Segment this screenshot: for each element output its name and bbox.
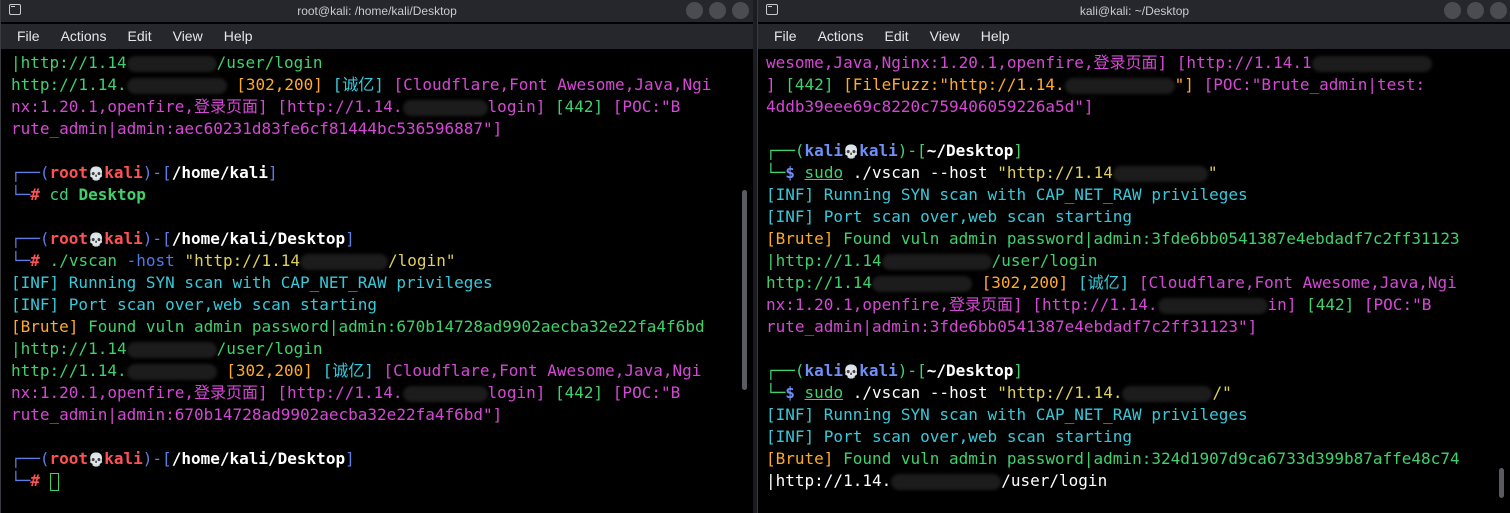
menubar: File Actions Edit View Help bbox=[1, 24, 753, 49]
output-line: [Brute] Found vuln admin password|admin:… bbox=[766, 449, 1460, 468]
redaction bbox=[402, 99, 488, 116]
command-line: └─# ./vscan -host "http://1.14/login" bbox=[11, 251, 456, 270]
command-line: └─$ sudo ./vscan --host "http://1.14 " bbox=[766, 163, 1218, 182]
output-line: nx:1.20.1,openfire,登录页面] [http://1.14. in… bbox=[766, 295, 1432, 314]
minimize-button[interactable] bbox=[686, 2, 703, 19]
output-line: [Brute] Found vuln admin password|admin:… bbox=[766, 229, 1460, 248]
prompt-header: ┌──(root💀kali)-[/home/kali/Desktop] bbox=[11, 229, 355, 248]
prompt-header: ┌──(kali💀kali)-[~/Desktop] bbox=[766, 141, 1024, 160]
redaction bbox=[300, 253, 389, 270]
menu-view[interactable]: View bbox=[930, 24, 960, 49]
output-line: http://1.14. [302,200] [诚亿] [Cloudflare,… bbox=[11, 361, 702, 380]
redaction bbox=[402, 385, 488, 402]
output-line: rute_admin|admin:aec60231d83fe6cf81444bc… bbox=[11, 119, 503, 138]
maximize-button[interactable] bbox=[1467, 2, 1484, 19]
skull-icon: 💀 bbox=[843, 145, 860, 160]
menu-file[interactable]: File bbox=[17, 24, 40, 49]
terminal-window-left[interactable]: root@kali: /home/kali/Desktop File Action… bbox=[0, 0, 753, 513]
window-title: root@kali: /home/kali/Desktop bbox=[297, 4, 457, 18]
close-button[interactable] bbox=[732, 2, 749, 19]
redaction bbox=[891, 473, 1002, 490]
output-line: |http://1.14./user/login bbox=[766, 471, 1108, 490]
redaction bbox=[1311, 55, 1432, 72]
redaction bbox=[126, 341, 217, 358]
output-line: http://1.14. [302,200] [诚亿] [Cloudflare,… bbox=[11, 75, 712, 94]
titlebar[interactable]: root@kali: /home/kali/Desktop bbox=[1, 0, 753, 22]
output-line: |http://1.14/user/login bbox=[766, 251, 1098, 270]
prompt-header: ┌──(kali💀kali)-[~/Desktop] bbox=[766, 361, 1024, 380]
output-line: |http://1.14/user/login bbox=[11, 53, 323, 72]
menu-actions[interactable]: Actions bbox=[61, 24, 107, 49]
terminal-icon bbox=[766, 4, 778, 15]
menu-actions[interactable]: Actions bbox=[818, 24, 864, 49]
command-line: └─$ sudo ./vscan --host "http://1.14./" bbox=[766, 383, 1232, 402]
output-line: nx:1.20.1,openfire,登录页面] [http://1.14. lo… bbox=[11, 383, 681, 402]
output-line: nx:1.20.1,openfire,登录页面] [http://1.14. lo… bbox=[11, 97, 681, 116]
terminal-window-right[interactable]: kali@kali: ~/Desktop File Actions Edit View… bbox=[757, 0, 1510, 513]
output-line: |http://1.14/user/login bbox=[11, 339, 323, 358]
output-line: wesome,Java,Nginx:1.20.1,openfire,登录页面] … bbox=[766, 52, 1489, 74]
output-line: http://1.14 [302,200] [诚亿] [Cloudflare,F… bbox=[766, 273, 1457, 292]
output-line: [Brute] Found vuln admin password|admin:… bbox=[11, 317, 705, 336]
redaction bbox=[871, 275, 972, 292]
prompt-header: ┌──(root💀kali)-[/home/kali/Desktop] bbox=[11, 449, 355, 468]
menu-file[interactable]: File bbox=[774, 24, 797, 49]
menu-help[interactable]: Help bbox=[981, 24, 1010, 49]
redaction bbox=[126, 363, 217, 380]
output-line: [INF] Port scan over,web scan starting bbox=[11, 295, 378, 314]
scrollbar[interactable] bbox=[1499, 468, 1504, 498]
redaction bbox=[1122, 385, 1213, 402]
terminal-output[interactable]: wesome,Java,Nginx:1.20.1,openfire,登录页面] … bbox=[766, 52, 1489, 492]
output-line: [INF] Port scan over,web scan starting bbox=[766, 207, 1133, 226]
output-line: [INF] Running SYN scan with CAP_NET_RAW … bbox=[766, 185, 1248, 204]
terminal-icon bbox=[9, 4, 21, 15]
output-line: 4ddb39eee69c8220c759406059226a5d"] bbox=[766, 97, 1094, 116]
skull-icon: 💀 bbox=[843, 365, 860, 380]
prompt-header: ┌──(root💀kali)-[/home/kali] bbox=[11, 163, 278, 182]
maximize-button[interactable] bbox=[709, 2, 726, 19]
redaction bbox=[126, 77, 227, 94]
command-line: └─# bbox=[11, 470, 731, 492]
skull-icon: 💀 bbox=[88, 453, 105, 468]
window-controls bbox=[1438, 2, 1507, 24]
command-line: └─# cd Desktop bbox=[11, 185, 146, 204]
menu-help[interactable]: Help bbox=[224, 24, 253, 49]
skull-icon: 💀 bbox=[88, 167, 105, 182]
skull-icon: 💀 bbox=[88, 233, 105, 248]
redaction bbox=[1112, 165, 1208, 182]
redaction bbox=[1064, 77, 1175, 94]
output-line: rute_admin|admin:670b14728ad9902aecba32e… bbox=[11, 405, 503, 424]
redaction bbox=[881, 253, 992, 270]
menubar: File Actions Edit View Help bbox=[758, 24, 1510, 49]
output-line: [INF] Running SYN scan with CAP_NET_RAW … bbox=[11, 273, 493, 292]
close-button[interactable] bbox=[1490, 2, 1507, 19]
titlebar[interactable]: kali@kali: ~/Desktop bbox=[758, 0, 1510, 22]
output-line: ] [442] [FileFuzz:"http://1.14. "] [POC:"… bbox=[766, 75, 1426, 94]
window-title: kali@kali: ~/Desktop bbox=[1079, 4, 1190, 18]
menu-edit[interactable]: Edit bbox=[884, 24, 908, 49]
redaction bbox=[126, 55, 217, 72]
output-line: [INF] Port scan over,web scan starting bbox=[766, 427, 1133, 446]
scrollbar[interactable] bbox=[742, 190, 747, 390]
menu-edit[interactable]: Edit bbox=[127, 24, 151, 49]
text-cursor bbox=[49, 472, 59, 491]
output-line: rute_admin|admin:3fde6bb0541387e4ebdadf7… bbox=[766, 317, 1258, 336]
redaction bbox=[1157, 297, 1268, 314]
minimize-button[interactable] bbox=[1444, 2, 1461, 19]
terminal-output[interactable]: |http://1.14/user/login http://1.14. [30… bbox=[11, 52, 731, 492]
menu-view[interactable]: View bbox=[173, 24, 203, 49]
output-line: [INF] Running SYN scan with CAP_NET_RAW … bbox=[766, 405, 1248, 424]
window-controls bbox=[680, 2, 749, 24]
